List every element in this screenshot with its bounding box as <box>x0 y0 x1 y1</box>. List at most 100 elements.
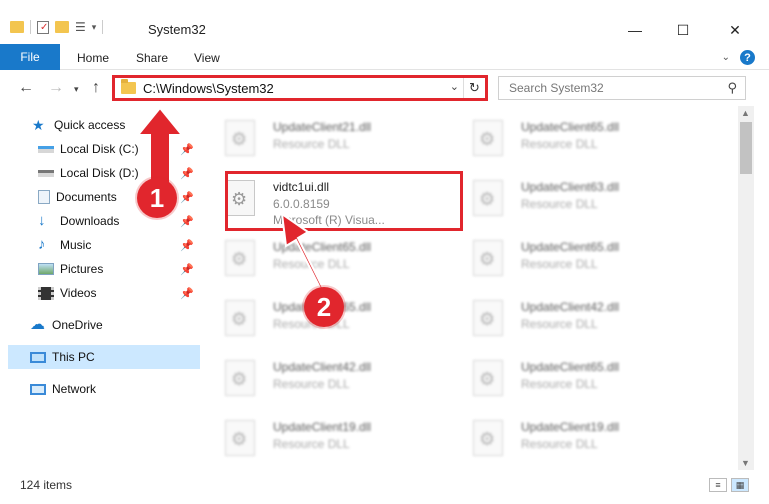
folder-icon <box>121 79 136 94</box>
ribbon-tabs: File Home Share View ⌄ ? <box>0 44 769 70</box>
refresh-icon[interactable]: ↻ <box>463 78 485 98</box>
sidebar-item-this-pc[interactable]: This PC <box>8 345 200 369</box>
expand-ribbon-icon[interactable]: ⌄ <box>722 52 730 63</box>
dll-file-icon <box>225 420 255 456</box>
details-view-icon[interactable]: ≡ <box>709 478 727 492</box>
file-highlight-box <box>225 171 463 231</box>
file-tile[interactable]: UpdateClient65.dll Resource DLL <box>205 230 445 284</box>
file-tile[interactable]: UpdateClient65.dll Resource DLL <box>453 230 693 284</box>
pin-icon[interactable]: 📌 <box>180 239 194 252</box>
file-name: UpdateClient19.dll <box>521 420 620 434</box>
callout-badge-1: 1 <box>137 178 177 218</box>
file-tile[interactable]: UpdateClient19.dll Resource DLL <box>453 410 693 464</box>
tiles-view-icon[interactable]: ▦ <box>731 478 749 492</box>
chevron-down-icon[interactable]: ⌄ <box>450 80 459 93</box>
file-description: Resource DLL <box>521 437 598 451</box>
network-icon <box>30 383 46 395</box>
sidebar-item-network[interactable]: Network <box>30 377 200 401</box>
sidebar-item-local-disk-c[interactable]: Local Disk (C:) 📌 <box>38 137 200 161</box>
view-options-icon[interactable]: ☰ <box>75 20 86 34</box>
pin-icon[interactable]: 📌 <box>180 191 194 204</box>
pin-icon[interactable]: 📌 <box>180 215 194 228</box>
properties-icon[interactable]: ✓ <box>37 20 49 34</box>
dll-file-icon <box>225 300 255 336</box>
status-bar: 124 items ≡ ▦ <box>0 470 769 504</box>
back-arrow-icon[interactable]: ← <box>18 79 34 97</box>
sidebar-item-onedrive[interactable]: ☁ OneDrive <box>30 313 200 337</box>
sidebar-item-local-disk-d[interactable]: Local Disk (D:) 📌 <box>38 161 200 185</box>
minimize-button[interactable]: — <box>612 18 658 42</box>
folder-icon <box>10 21 24 33</box>
file-tile[interactable]: UpdateClient65.dll Resource DLL <box>453 110 693 164</box>
sidebar-item-label: Local Disk (D:) <box>60 166 139 180</box>
sidebar-item-music[interactable]: ♪ Music 📌 <box>38 233 200 257</box>
close-button[interactable]: ✕ <box>712 18 758 42</box>
sidebar-item-label: Local Disk (C:) <box>60 142 139 156</box>
dll-file-icon <box>225 120 255 156</box>
item-count: 124 items <box>20 478 73 492</box>
pin-icon[interactable]: 📌 <box>180 287 194 300</box>
dll-file-icon <box>473 360 503 396</box>
file-description: Resource DLL <box>521 137 598 151</box>
file-description: Resource DLL <box>521 257 598 271</box>
vertical-scrollbar[interactable]: ▲ ▼ <box>738 106 754 470</box>
drive-icon <box>38 169 54 177</box>
scrollbar-thumb[interactable] <box>740 122 752 174</box>
scroll-down-icon[interactable]: ▼ <box>741 458 750 468</box>
file-name: UpdateClient42.dll <box>521 300 620 314</box>
file-name: UpdateClient65.dll <box>521 120 620 134</box>
pin-icon[interactable]: 📌 <box>180 167 194 180</box>
file-name: UpdateClient65.dll <box>273 240 372 254</box>
navigation-pane: ★ Quick access Local Disk (C:) 📌 Local D… <box>0 106 205 470</box>
search-input[interactable]: Search System32 ⚲ <box>498 76 746 100</box>
downloads-icon: ↓ <box>38 212 46 229</box>
sidebar-item-quick-access[interactable]: ★ Quick access <box>32 113 200 137</box>
search-icon[interactable]: ⚲ <box>727 80 737 96</box>
file-tile[interactable]: UpdateClient42.dll Resource DLL <box>453 290 693 344</box>
search-placeholder: Search System32 <box>509 81 604 95</box>
pin-icon[interactable]: 📌 <box>180 263 194 276</box>
file-tile[interactable]: UpdateClient19.dll Resource DLL <box>205 410 445 464</box>
recent-locations-icon[interactable]: ▾ <box>74 84 79 95</box>
file-description: Resource DLL <box>273 437 350 451</box>
chevron-down-icon[interactable]: ▾ <box>92 22 97 33</box>
sidebar-item-downloads[interactable]: ↓ Downloads 📌 <box>38 209 200 233</box>
new-folder-icon[interactable] <box>55 21 69 33</box>
sidebar-item-label: Videos <box>60 286 97 300</box>
file-tile[interactable]: UpdateClient42.dll Resource DLL <box>205 350 445 404</box>
help-icon[interactable]: ? <box>740 50 755 65</box>
scroll-up-icon[interactable]: ▲ <box>741 108 750 118</box>
dll-file-icon <box>473 300 503 336</box>
sidebar-item-label: Documents <box>56 190 117 204</box>
tab-file[interactable]: File <box>0 44 60 70</box>
sidebar-item-pictures[interactable]: Pictures 📌 <box>38 257 200 281</box>
file-description: Resource DLL <box>273 377 350 391</box>
star-icon: ★ <box>32 117 45 133</box>
up-arrow-icon[interactable]: ↑ <box>92 79 100 97</box>
onedrive-icon: ☁ <box>30 316 45 333</box>
sidebar-item-label: Network <box>52 382 97 396</box>
sidebar-item-label: OneDrive <box>52 318 103 332</box>
music-icon: ♪ <box>38 236 46 253</box>
address-bar[interactable]: C:\Windows\System32 ⌄ ↻ <box>112 75 488 101</box>
tab-share[interactable]: Share <box>136 51 168 65</box>
maximize-button[interactable]: ☐ <box>660 18 706 42</box>
dll-file-icon <box>473 180 503 216</box>
dll-file-icon <box>473 420 503 456</box>
navigation-bar: ← → ▾ ↑ C:\Windows\System32 ⌄ ↻ Search S… <box>0 70 769 106</box>
tab-view[interactable]: View <box>194 51 220 65</box>
address-path[interactable]: C:\Windows\System32 <box>143 81 274 96</box>
pin-icon[interactable]: 📌 <box>180 143 194 156</box>
window-title: System32 <box>148 22 206 37</box>
sidebar-item-label: Quick access <box>54 118 126 132</box>
file-tile[interactable]: UpdateClient65.dll Resource DLL <box>453 350 693 404</box>
sidebar-item-label: This PC <box>52 350 95 364</box>
sidebar-item-videos[interactable]: Videos 📌 <box>38 281 200 305</box>
quick-access-toolbar: ✓ ☰ ▾ <box>10 20 104 34</box>
tab-home[interactable]: Home <box>77 51 109 65</box>
file-description: Resource DLL <box>521 197 598 211</box>
file-tile[interactable]: UpdateClient21.dll Resource DLL <box>205 110 445 164</box>
file-tile[interactable]: UpdateClient63.dll Resource DLL <box>453 170 693 224</box>
forward-arrow-icon[interactable]: → <box>48 79 64 97</box>
divider <box>102 20 104 34</box>
